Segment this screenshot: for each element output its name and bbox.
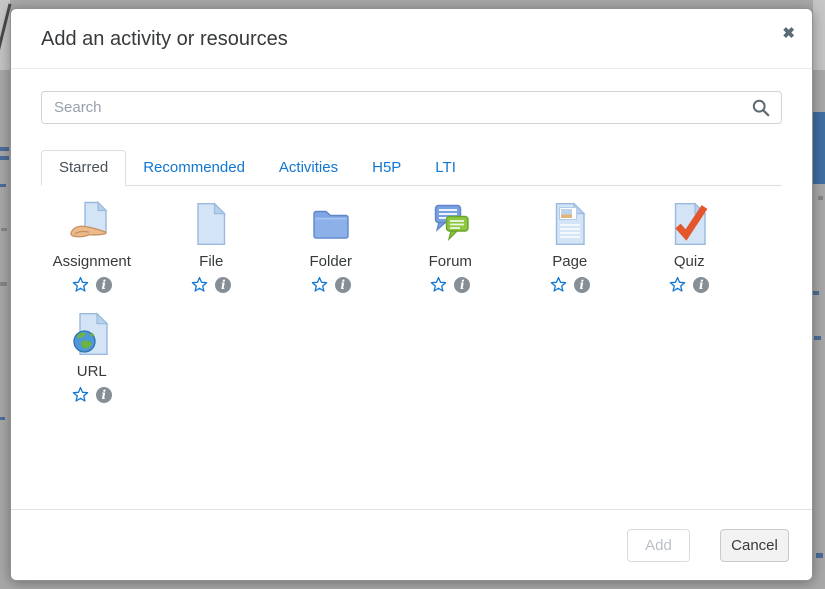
tab-activities[interactable]: Activities: [262, 151, 355, 185]
activity-tile-file[interactable]: File i: [152, 200, 272, 293]
backdrop-page-fragment: [0, 147, 9, 151]
backdrop-page-fragment: [818, 196, 823, 200]
backdrop-page-fragment: [0, 417, 5, 420]
activity-actions: i: [72, 276, 112, 293]
add-activity-modal: Add an activity or resources ✖ Starred R…: [10, 8, 813, 581]
page-icon: [546, 200, 594, 248]
search-input[interactable]: [42, 92, 781, 123]
file-icon: [187, 200, 235, 248]
activity-label: Assignment: [53, 252, 131, 271]
activity-tile-forum[interactable]: Forum i: [391, 200, 511, 293]
activity-label: Quiz: [674, 252, 705, 271]
search-icon[interactable]: [752, 99, 770, 117]
tab-recommended[interactable]: Recommended: [126, 151, 262, 185]
star-icon[interactable]: [72, 386, 89, 403]
activity-label: Forum: [429, 252, 472, 271]
assignment-icon: [68, 200, 116, 248]
info-icon[interactable]: i: [215, 277, 231, 293]
modal-footer: Add Cancel: [11, 509, 812, 580]
folder-icon: [307, 200, 355, 248]
activity-tile-url[interactable]: URL i: [32, 310, 152, 403]
tab-starred[interactable]: Starred: [41, 150, 126, 186]
search-box: [41, 91, 782, 124]
quiz-icon: [665, 200, 713, 248]
activity-label: URL: [77, 362, 107, 381]
backdrop-page-fragment: [0, 282, 7, 286]
activity-actions: i: [550, 276, 590, 293]
activity-tile-page[interactable]: Page i: [510, 200, 630, 293]
info-icon[interactable]: i: [96, 387, 112, 403]
star-icon[interactable]: [550, 276, 567, 293]
tab-bar: Starred Recommended Activities H5P LTI: [41, 150, 782, 186]
forum-icon: [426, 200, 474, 248]
star-icon[interactable]: [72, 276, 89, 293]
activity-label: File: [199, 252, 223, 271]
info-icon[interactable]: i: [335, 277, 351, 293]
cancel-button[interactable]: Cancel: [720, 529, 789, 562]
backdrop-page-fragment: [813, 0, 825, 70]
activity-actions: i: [669, 276, 709, 293]
backdrop-page-fragment: [0, 156, 9, 160]
modal-body: Starred Recommended Activities H5P LTI A…: [11, 91, 812, 420]
modal-title: Add an activity or resources: [41, 9, 288, 69]
backdrop-page-fragment: [814, 336, 821, 340]
activity-tile-folder[interactable]: Folder i: [271, 200, 391, 293]
backdrop-page-fragment: [813, 291, 819, 295]
activity-actions: i: [72, 386, 112, 403]
activity-actions: i: [191, 276, 231, 293]
star-icon[interactable]: [669, 276, 686, 293]
modal-header: Add an activity or resources ✖: [11, 9, 812, 69]
activity-actions: i: [430, 276, 470, 293]
info-icon[interactable]: i: [574, 277, 590, 293]
tab-lti[interactable]: LTI: [418, 151, 473, 185]
star-icon[interactable]: [430, 276, 447, 293]
activity-tile-quiz[interactable]: Quiz i: [630, 200, 750, 293]
info-icon[interactable]: i: [693, 277, 709, 293]
info-icon[interactable]: i: [96, 277, 112, 293]
backdrop-page-fragment: [816, 553, 823, 558]
add-button[interactable]: Add: [627, 529, 690, 562]
tab-h5p[interactable]: H5P: [355, 151, 418, 185]
activity-label: Folder: [309, 252, 352, 271]
backdrop-page-fragment: [0, 184, 6, 187]
star-icon[interactable]: [311, 276, 328, 293]
backdrop-page-fragment: [1, 228, 7, 231]
star-icon[interactable]: [191, 276, 208, 293]
url-icon: [68, 310, 116, 358]
close-icon[interactable]: ✖: [782, 26, 795, 41]
activity-tile-assignment[interactable]: Assignment i: [32, 200, 152, 293]
activity-actions: i: [311, 276, 351, 293]
activity-label: Page: [552, 252, 587, 271]
backdrop-button-fragment: [813, 112, 825, 184]
info-icon[interactable]: i: [454, 277, 470, 293]
activity-grid: Assignment i File i: [32, 200, 792, 420]
